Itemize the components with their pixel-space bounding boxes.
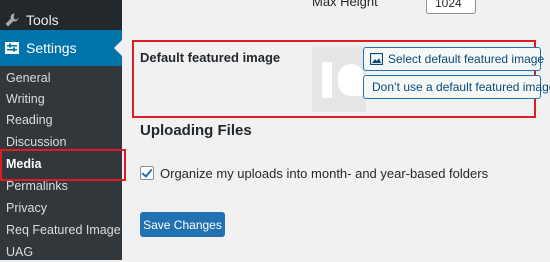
- wrench-icon: [4, 12, 20, 28]
- dont-use-default-featured-image-button[interactable]: Don’t use a default featured image: [363, 75, 550, 99]
- submenu-item-writing[interactable]: Writing: [6, 89, 122, 109]
- checkmark-icon: [141, 166, 153, 178]
- sidebar-item-settings[interactable]: Settings: [0, 30, 122, 66]
- default-featured-image-label: Default featured image: [140, 50, 281, 65]
- settings-content: Max Height 1024 Default featured image S…: [122, 0, 550, 260]
- organize-uploads-checkbox[interactable]: [140, 166, 154, 180]
- current-menu-arrow: [114, 40, 122, 56]
- admin-sidebar: Tools Settings General Writing Reading D…: [0, 0, 122, 260]
- max-height-label: Max Height: [312, 0, 378, 9]
- organize-uploads-label[interactable]: Organize my uploads into month- and year…: [160, 166, 488, 181]
- save-changes-button[interactable]: Save Changes: [140, 212, 225, 237]
- submenu-item-general[interactable]: General: [6, 68, 122, 88]
- media-highlight-box: [0, 149, 126, 181]
- preview-shape: [338, 64, 364, 96]
- submenu-item-privacy[interactable]: Privacy: [6, 198, 122, 218]
- uploading-files-heading: Uploading Files: [140, 122, 252, 139]
- sidebar-item-label: Settings: [26, 40, 77, 56]
- media-icon: [369, 52, 384, 66]
- settings-sliders-icon: [4, 40, 20, 56]
- select-default-featured-image-button[interactable]: Select default featured image: [363, 47, 545, 71]
- preview-shape: [322, 62, 332, 98]
- select-button-label: Select default featured image: [388, 52, 545, 66]
- sidebar-item-label: Tools: [26, 12, 59, 28]
- submenu-item-uag[interactable]: UAG: [6, 242, 122, 262]
- submenu-item-reading[interactable]: Reading: [6, 110, 122, 130]
- submenu-item-req-featured-image[interactable]: Req Featured Image: [6, 220, 122, 240]
- featured-image-preview: [312, 46, 366, 112]
- max-height-input[interactable]: 1024: [426, 0, 476, 14]
